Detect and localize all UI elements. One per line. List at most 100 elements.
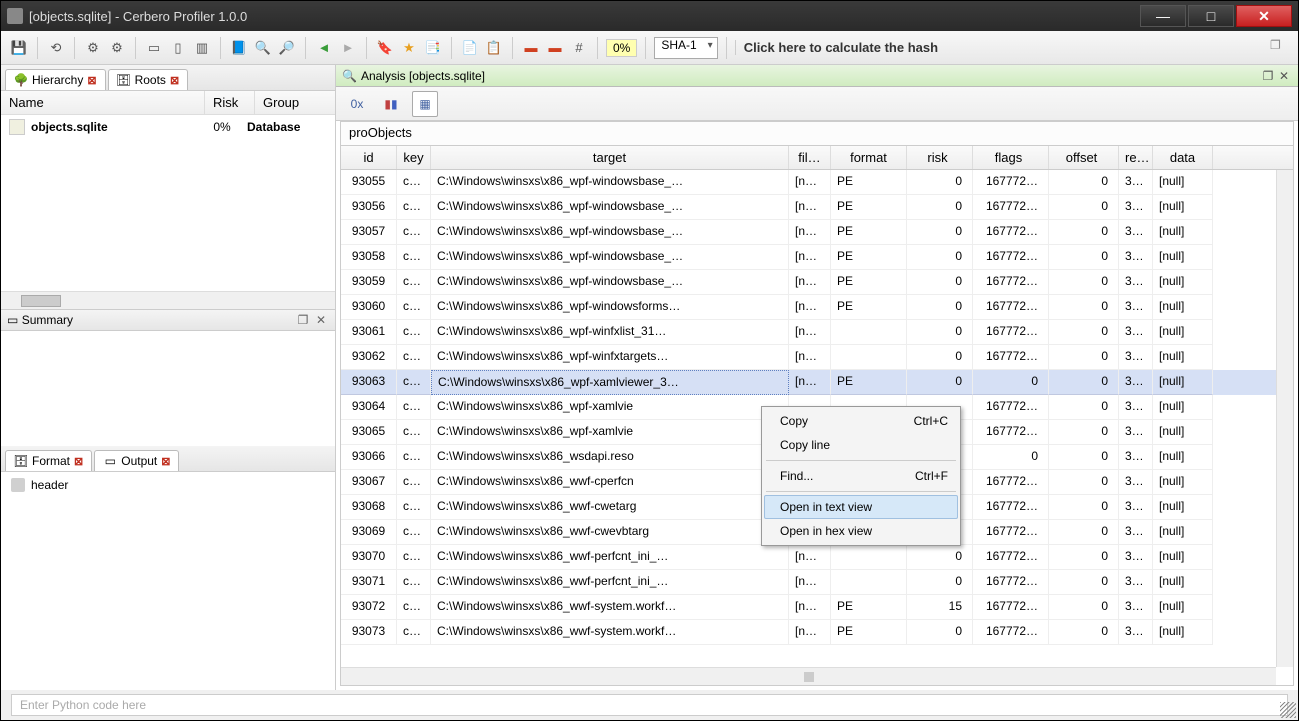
table-row[interactable]: 93062c…C:\Windows\winsxs\x86_wpf-winfxta… (341, 345, 1293, 370)
back-icon[interactable]: ◄ (314, 38, 334, 58)
cell: 93066 (341, 445, 397, 470)
tab-roots[interactable]: 🗄 Roots ⊠ (108, 69, 189, 90)
resize-grip[interactable] (1280, 702, 1296, 718)
hash-algo-select[interactable]: SHA-1 (654, 37, 717, 59)
bookmark-add-icon[interactable]: 🔖 (375, 38, 395, 58)
col-data[interactable]: data (1153, 146, 1213, 169)
table-row[interactable]: 93073c…C:\Windows\winsxs\x86_wwf-system.… (341, 620, 1293, 645)
hex-view-button[interactable]: 0x (344, 91, 370, 117)
table-row[interactable]: 93061c…C:\Windows\winsxs\x86_wpf-winfxli… (341, 320, 1293, 345)
col-group[interactable]: Group (255, 91, 335, 114)
hier-scrollbar[interactable] (1, 291, 335, 309)
search2-icon[interactable]: 🔎 (277, 38, 297, 58)
cell: 0 (1049, 620, 1119, 645)
cell: 3… (1119, 595, 1153, 620)
table-icon (11, 478, 25, 492)
forward-icon[interactable]: ► (338, 38, 358, 58)
cell: 0 (907, 370, 973, 395)
hash-calculate-hint[interactable]: Click here to calculate the hash (735, 40, 1262, 55)
cell: 167772… (973, 545, 1049, 570)
col-flags[interactable]: flags (973, 146, 1049, 169)
bookmarks-icon[interactable]: 📑 (423, 38, 443, 58)
layout1-icon[interactable]: ▭ (144, 38, 164, 58)
close-button[interactable]: ✕ (1236, 5, 1292, 27)
cell: [null] (1153, 620, 1213, 645)
col-key[interactable]: key (397, 146, 431, 169)
gear-icon[interactable]: ⚙ (83, 38, 103, 58)
cell: 167772… (973, 320, 1049, 345)
hierarchy-row[interactable]: objects.sqlite 0% Database (1, 115, 335, 139)
table-row[interactable]: 93055c…C:\Windows\winsxs\x86_wpf-windows… (341, 170, 1293, 195)
hash-icon[interactable]: # (569, 38, 589, 58)
grid-hscrollbar[interactable] (341, 667, 1276, 685)
close-icon[interactable]: ⊠ (161, 455, 170, 468)
col-name[interactable]: Name (1, 91, 205, 114)
menu-copy-line[interactable]: Copy line (764, 433, 958, 457)
table-view-button[interactable]: ▦ (412, 91, 438, 117)
close-icon[interactable]: ⊠ (87, 74, 96, 87)
python-input[interactable]: Enter Python code here (11, 694, 1288, 716)
col-re[interactable]: re… (1119, 146, 1153, 169)
menu-find[interactable]: Find...Ctrl+F (764, 464, 958, 488)
table-row[interactable]: 93056c…C:\Windows\winsxs\x86_wpf-windows… (341, 195, 1293, 220)
col-risk[interactable]: Risk (205, 91, 255, 114)
cell: C:\Windows\winsxs\x86_wpf-xamlvie (431, 420, 789, 445)
save-icon[interactable]: 💾 (9, 38, 29, 58)
minimize-button[interactable]: ― (1140, 5, 1186, 27)
table-row[interactable]: 93060c…C:\Windows\winsxs\x86_wpf-windows… (341, 295, 1293, 320)
col-format[interactable]: format (831, 146, 907, 169)
menu-open-text-view[interactable]: Open in text view (764, 495, 958, 519)
cell: [null] (1153, 195, 1213, 220)
cell: C:\Windows\winsxs\x86_wsdapi.reso (431, 445, 789, 470)
menu-open-hex-view[interactable]: Open in hex view (764, 519, 958, 543)
cell: PE (831, 220, 907, 245)
cell: 93055 (341, 170, 397, 195)
table-row[interactable]: 93071c…C:\Windows\winsxs\x86_wwf-perfcnt… (341, 570, 1293, 595)
format-item-header[interactable]: header (1, 472, 335, 498)
titlebar[interactable]: [objects.sqlite] - Cerbero Profiler 1.0.… (1, 1, 1298, 31)
db-icon: 🗄 (14, 454, 28, 468)
col-id[interactable]: id (341, 146, 397, 169)
search-icon[interactable]: 🔍 (253, 38, 273, 58)
undock-icon[interactable]: ❐ (1260, 69, 1276, 83)
cell: 0 (1049, 220, 1119, 245)
maximize-button[interactable]: □ (1188, 5, 1234, 27)
window-new-icon[interactable]: ❐ (1270, 38, 1290, 58)
col-risk[interactable]: risk (907, 146, 973, 169)
layout2-icon[interactable]: ▯ (168, 38, 188, 58)
close-icon[interactable]: ⊠ (74, 455, 83, 468)
cell: 3… (1119, 195, 1153, 220)
book-icon[interactable]: 📘 (229, 38, 249, 58)
table-row[interactable]: 93059c…C:\Windows\winsxs\x86_wpf-windows… (341, 270, 1293, 295)
close-icon[interactable]: ✕ (313, 312, 329, 328)
cell: 93060 (341, 295, 397, 320)
flag2-icon[interactable]: ▬ (545, 38, 565, 58)
table-row[interactable]: 93070c…C:\Windows\winsxs\x86_wwf-perfcnt… (341, 545, 1293, 570)
tab-output[interactable]: ▭ Output ⊠ (94, 450, 179, 471)
tool2-icon[interactable]: 📋 (484, 38, 504, 58)
tab-hierarchy[interactable]: 🌳 Hierarchy ⊠ (5, 69, 106, 90)
close-icon[interactable]: ⊠ (170, 74, 179, 87)
grid-vscrollbar[interactable] (1276, 170, 1293, 667)
tab-format[interactable]: 🗄 Format ⊠ (5, 450, 92, 471)
tool1-icon[interactable]: 📄 (460, 38, 480, 58)
col-target[interactable]: target (431, 146, 789, 169)
cell: 0 (907, 170, 973, 195)
table-row[interactable]: 93063c…C:\Windows\winsxs\x86_wpf-xamlvie… (341, 370, 1293, 395)
col-offset[interactable]: offset (1049, 146, 1119, 169)
summary-panel-title[interactable]: ▭ Summary ❐ ✕ (1, 309, 335, 331)
col-fil[interactable]: fil… (789, 146, 831, 169)
table-row[interactable]: 93058c…C:\Windows\winsxs\x86_wpf-windows… (341, 245, 1293, 270)
menu-copy[interactable]: CopyCtrl+C (764, 409, 958, 433)
file-icon (9, 119, 25, 135)
table-row[interactable]: 93057c…C:\Windows\winsxs\x86_wpf-windows… (341, 220, 1293, 245)
close-icon[interactable]: ✕ (1276, 69, 1292, 83)
flag1-icon[interactable]: ▬ (521, 38, 541, 58)
layout3-icon[interactable]: ▥ (192, 38, 212, 58)
gear2-icon[interactable]: ⚙ (107, 38, 127, 58)
reload-icon[interactable]: ⟲ (46, 38, 66, 58)
star-icon[interactable]: ★ (399, 38, 419, 58)
table-row[interactable]: 93072c…C:\Windows\winsxs\x86_wwf-system.… (341, 595, 1293, 620)
chart-view-button[interactable]: ▮▮ (378, 91, 404, 117)
undock-icon[interactable]: ❐ (295, 312, 311, 328)
